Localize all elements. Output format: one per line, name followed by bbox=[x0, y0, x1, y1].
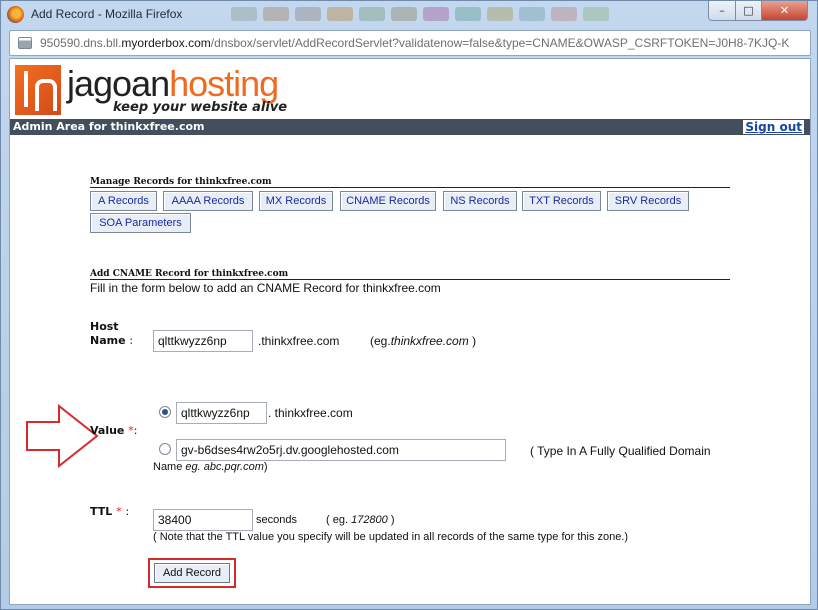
a-records-button[interactable]: A Records bbox=[90, 191, 157, 211]
txt-records-button[interactable]: TXT Records bbox=[522, 191, 601, 211]
brand-tagline: keep your website alive bbox=[113, 100, 288, 115]
value-option2-note2-prefix: Name bbox=[153, 461, 183, 473]
address-bar[interactable]: 950590.dns.bll.myorderbox.com/dnsbox/ser… bbox=[9, 30, 811, 56]
value-option2-radio[interactable] bbox=[159, 443, 171, 455]
close-button[interactable]: ✕ bbox=[761, 1, 808, 21]
value-option1-suffix: . thinkxfree.com bbox=[268, 406, 353, 420]
host-example: (eg.thinkxfree.com ) bbox=[370, 334, 476, 348]
host-example-prefix: (eg. bbox=[370, 334, 391, 348]
ttl-label-text: TTL bbox=[90, 505, 113, 518]
title-bar: Add Record - Mozilla Firefox – □ ✕ bbox=[1, 1, 817, 29]
value-option2-note: ( Type In A Fully Qualified Domain bbox=[530, 444, 711, 458]
ttl-required-mark: * bbox=[116, 505, 122, 518]
url-text[interactable]: 950590.dns.bll.myorderbox.com/dnsbox/ser… bbox=[40, 36, 810, 50]
host-example-domain: thinkxfree.com bbox=[390, 334, 469, 348]
value-option2-note2: Name eg. abc.pqr.com) bbox=[153, 461, 268, 473]
url-prefix: 950590.dns.bll. bbox=[40, 36, 122, 50]
value-option2-note2-suffix: ) bbox=[263, 461, 268, 473]
browser-window: Add Record - Mozilla Firefox – □ ✕ 95059… bbox=[0, 0, 818, 610]
url-path: /dnsbox/servlet/AddRecordServlet?validat… bbox=[210, 36, 790, 50]
ttl-example: ( eg. 172800 ) bbox=[326, 514, 395, 526]
host-suffix: .thinkxfree.com bbox=[258, 334, 340, 348]
ttl-unit: seconds bbox=[256, 514, 297, 526]
ttl-example-suffix: ) bbox=[390, 514, 395, 526]
page-content: jagoanhosting keep your website alive Ad… bbox=[9, 58, 811, 605]
host-example-suffix: ) bbox=[472, 334, 477, 348]
mx-records-button[interactable]: MX Records bbox=[259, 191, 333, 211]
blurred-taskbar-area bbox=[231, 7, 631, 23]
value-option1-radio[interactable] bbox=[159, 406, 171, 418]
aaaa-records-button[interactable]: AAAA Records bbox=[163, 191, 253, 211]
host-label-text: Name bbox=[90, 334, 126, 347]
sign-out-link[interactable]: Sign out bbox=[743, 120, 804, 134]
page-icon bbox=[18, 37, 32, 49]
url-host: myorderbox.com bbox=[121, 36, 211, 50]
add-record-highlight: Add Record bbox=[148, 558, 236, 588]
brand-logo: jagoanhosting keep your website alive bbox=[15, 63, 288, 115]
ttl-example-value: 172800 bbox=[351, 514, 388, 526]
add-cname-heading: Add CNAME Record for thinkxfree.com bbox=[90, 269, 289, 279]
brand-name: jagoanhosting bbox=[67, 63, 279, 105]
window-title: Add Record - Mozilla Firefox bbox=[31, 7, 183, 21]
firefox-icon bbox=[7, 6, 24, 23]
add-record-button[interactable]: Add Record bbox=[154, 563, 230, 583]
logo-mark-icon bbox=[15, 65, 61, 115]
cname-records-button[interactable]: CNAME Records bbox=[340, 191, 436, 211]
value-option1-input[interactable]: qlttkwyzz6np bbox=[176, 402, 267, 424]
value-colon: : bbox=[133, 424, 138, 437]
ttl-input[interactable]: 38400 bbox=[153, 509, 253, 531]
maximize-button[interactable]: □ bbox=[735, 1, 762, 21]
brand-name-part2: hosting bbox=[169, 63, 279, 104]
manage-records-heading: Manage Records for thinkxfree.com bbox=[90, 177, 272, 187]
host-name-input[interactable]: qlttkwyzz6np bbox=[153, 330, 253, 352]
ttl-example-prefix: ( eg. bbox=[326, 514, 349, 526]
ttl-colon: : bbox=[125, 505, 130, 518]
brand-name-part1: jagoan bbox=[67, 63, 170, 104]
value-label-text: Value bbox=[90, 424, 125, 437]
host-colon: : bbox=[129, 334, 134, 347]
host-label-line1: Host bbox=[90, 320, 119, 333]
host-label-line2: Name : bbox=[90, 334, 133, 347]
form-intro-text: Fill in the form below to add an CNAME R… bbox=[90, 281, 441, 295]
value-label: Value *: bbox=[90, 424, 137, 437]
srv-records-button[interactable]: SRV Records bbox=[607, 191, 689, 211]
minimize-button[interactable]: – bbox=[708, 1, 736, 21]
divider bbox=[90, 279, 730, 280]
ttl-label: TTL * : bbox=[90, 505, 129, 518]
admin-area-label: Admin Area for thinkxfree.com bbox=[13, 120, 205, 133]
soa-parameters-button[interactable]: SOA Parameters bbox=[90, 213, 191, 233]
admin-bar: Admin Area for thinkxfree.com Sign out bbox=[10, 119, 810, 135]
ttl-note: ( Note that the TTL value you specify wi… bbox=[153, 531, 629, 543]
value-option2-input[interactable]: gv-b6dses4rw2o5rj.dv.googlehosted.com bbox=[176, 439, 506, 461]
divider bbox=[90, 187, 730, 188]
ns-records-button[interactable]: NS Records bbox=[443, 191, 517, 211]
value-option2-note2-example: eg. abc.pqr.com bbox=[185, 461, 264, 473]
